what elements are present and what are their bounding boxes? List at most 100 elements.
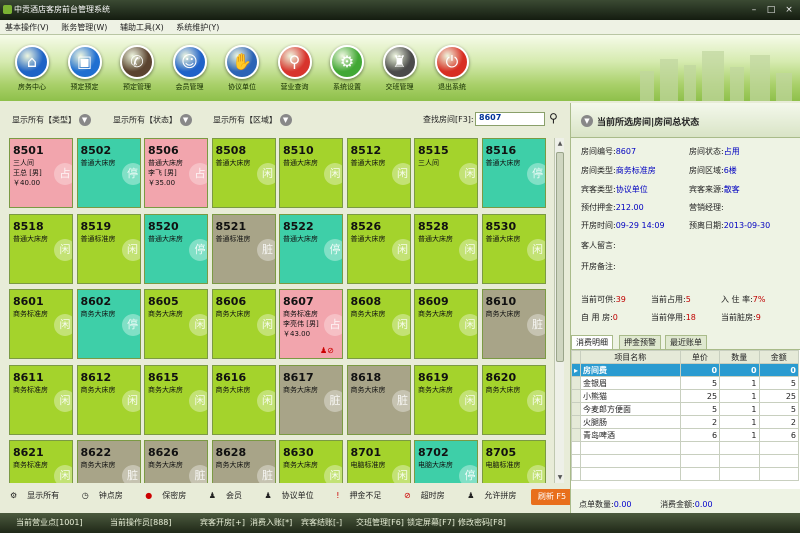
room-card[interactable]: 8530 普通大床房闲 bbox=[481, 213, 546, 284]
room-card[interactable]: 8601 商务标准房闲 bbox=[9, 289, 73, 359]
legend-agreement[interactable]: ♟ 协议单位 bbox=[265, 491, 324, 500]
legend-secret[interactable]: ● 保密房 bbox=[145, 491, 196, 500]
legend-hourly[interactable]: ◷ 钟点房 bbox=[82, 491, 133, 500]
room-card[interactable]: 8615 商务大床房闲 bbox=[144, 364, 208, 435]
scroll-thumb[interactable] bbox=[556, 152, 564, 362]
toolbar-button-8[interactable]: ⏻ 退出系统 bbox=[426, 45, 478, 92]
toolbar-button-6[interactable]: ⚙ 系统设置 bbox=[321, 45, 373, 92]
scroll-down-icon[interactable]: ▼ bbox=[556, 473, 564, 482]
magnifier-icon: ⚲ bbox=[277, 45, 312, 79]
room-card[interactable]: 8628 商务大床房脏 bbox=[211, 440, 276, 483]
toolbar-button-1[interactable]: ▣ 预定预定 bbox=[59, 45, 111, 92]
room-card[interactable]: 8617 商务大床房脏 bbox=[279, 364, 343, 435]
room-card[interactable]: 8515 三人间闲 bbox=[414, 138, 478, 208]
room-card[interactable]: 8611 商务标准房闲 bbox=[9, 364, 73, 435]
toolbar-button-2[interactable]: ✆ 预定管理 bbox=[111, 45, 163, 92]
tab-deposit-warning[interactable]: 押金预警 bbox=[619, 335, 661, 349]
room-card[interactable]: 8522 普通大床房停 bbox=[279, 213, 343, 284]
search-icon[interactable]: ⚲ bbox=[549, 111, 558, 125]
menu-basic[interactable]: 基本操作(V) bbox=[0, 20, 54, 35]
room-card[interactable]: 8606 商务大床房闲 bbox=[211, 289, 276, 359]
room-card[interactable]: 8512 普通大床房闲 bbox=[346, 138, 411, 208]
menu-system[interactable]: 系统维护(Y) bbox=[171, 20, 224, 35]
table-header: 项目名称 单价 数量 金额 bbox=[570, 350, 800, 364]
scroll-up-icon[interactable]: ▲ bbox=[556, 139, 564, 148]
room-card[interactable]: 8510 普通大床房闲 bbox=[279, 138, 343, 208]
room-card[interactable]: 8528 普通大床房闲 bbox=[414, 213, 478, 284]
status-check-out[interactable]: 宾客结账[-] bbox=[301, 513, 342, 533]
room-card[interactable]: 8618 商务大床房脏 bbox=[346, 364, 411, 435]
table-row[interactable]: 青岛啤酒 6 1 6 bbox=[570, 428, 800, 442]
room-card[interactable]: 8630 商务大床房闲 bbox=[279, 440, 343, 483]
status-check-in[interactable]: 宾客开房[+] bbox=[200, 513, 245, 533]
type-filter[interactable]: 显示所有【类型】 ▼ bbox=[12, 114, 91, 126]
room-card[interactable]: 8609 商务大床房闲 bbox=[414, 289, 478, 359]
room-card[interactable]: 8506 普通大床房 李飞 [男] ￥35.00 占 bbox=[144, 138, 208, 208]
status-password[interactable]: 修改密码[F8] bbox=[458, 513, 506, 533]
phone-icon: ✆ bbox=[120, 45, 154, 79]
room-card[interactable]: 8519 普通标准房闲 bbox=[76, 213, 141, 284]
info-deposit: 预付押金:212.00 bbox=[581, 203, 644, 212]
room-card[interactable]: 8608 商务大床房闲 bbox=[346, 289, 411, 359]
room-card[interactable]: 8705 电脑标准房闲 bbox=[481, 440, 546, 483]
legend-deposit-low[interactable]: ! 押金不足 bbox=[336, 491, 391, 500]
panel-header: ▼ 当前所选房间|房间总状态 bbox=[571, 103, 800, 138]
room-card[interactable]: 8605 商务大床房闲 bbox=[144, 289, 208, 359]
info-room-no: 房间编号:8607 bbox=[581, 147, 637, 156]
room-search-input[interactable]: 8607 bbox=[475, 112, 545, 126]
room-card[interactable]: 8620 商务大床房闲 bbox=[481, 364, 546, 435]
room-grid-scrollbar[interactable]: ▲ ▼ bbox=[554, 138, 564, 483]
room-card[interactable]: 8622 商务大床房脏 bbox=[76, 440, 141, 483]
room-card[interactable]: 8501 三人间 王总 [男] ￥40.00 占 bbox=[9, 138, 73, 208]
empty-row bbox=[570, 467, 800, 481]
toolbar-button-7[interactable]: ♜ 交班管理 bbox=[374, 45, 426, 92]
room-card[interactable]: 8702 电脑大床房停 bbox=[414, 440, 478, 483]
maximize-icon[interactable]: □ bbox=[766, 5, 776, 15]
table-row[interactable]: 金银眉 5 1 5 bbox=[570, 376, 800, 390]
room-card[interactable]: 8516 普通大床房停 bbox=[481, 138, 546, 208]
toolbar-button-3[interactable]: ☺ 会员管理 bbox=[164, 45, 216, 92]
room-guest: 李飞 [男] bbox=[148, 169, 177, 177]
menu-accounts[interactable]: 账务管理(W) bbox=[56, 20, 112, 35]
tab-consume-detail[interactable]: 消费明细 bbox=[571, 335, 613, 349]
legend-overtime[interactable]: ⊘ 超时房 bbox=[404, 491, 455, 500]
room-card[interactable]: 8607 商务标准房 李亮伟 [男] ￥43.00 占 ♟⊘ bbox=[279, 289, 343, 359]
toolbar-button-4[interactable]: ✋ 协议单位 bbox=[216, 45, 268, 92]
legend-member[interactable]: ♟ 会员 bbox=[209, 491, 252, 500]
house-icon: ⌂ bbox=[15, 45, 49, 79]
room-card[interactable]: 8610 商务大床房脏 bbox=[481, 289, 546, 359]
area-filter[interactable]: 显示所有【区域】 ▼ bbox=[213, 114, 292, 126]
room-card[interactable]: 8621 商务标准房闲 bbox=[9, 440, 73, 483]
status-filter[interactable]: 显示所有【状态】 ▼ bbox=[113, 114, 192, 126]
room-card[interactable]: 8521 普通标准房脏 bbox=[211, 213, 276, 284]
room-card[interactable]: 8526 普通大床房闲 bbox=[346, 213, 411, 284]
room-card[interactable]: 8602 商务大床房停 bbox=[76, 289, 141, 359]
toolbar-button-5[interactable]: ⚲ 营业查询 bbox=[269, 45, 321, 92]
menu-tools[interactable]: 辅助工具(X) bbox=[115, 20, 169, 35]
table-row[interactable]: 火腿肠 2 1 2 bbox=[570, 415, 800, 429]
status-shift[interactable]: 交班管理[F6] bbox=[356, 513, 404, 533]
refresh-button[interactable]: 刷新 F5 bbox=[531, 489, 573, 505]
legend-share[interactable]: ♟ 允许拼房 bbox=[467, 491, 526, 500]
room-card[interactable]: 8626 商务大床房脏 bbox=[144, 440, 208, 483]
room-card[interactable]: 8612 商务大床房闲 bbox=[76, 364, 141, 435]
toolbar-button-0[interactable]: ⌂ 房务中心 bbox=[6, 45, 58, 92]
chevron-down-icon[interactable]: ▼ bbox=[581, 115, 593, 127]
table-row[interactable]: ▸ 房间费 0 0 0 bbox=[570, 363, 800, 377]
room-status-icon: 闲 bbox=[391, 238, 410, 261]
status-consume[interactable]: 消费入账[*] bbox=[250, 513, 292, 533]
room-card[interactable]: 8508 普通大床房闲 bbox=[211, 138, 276, 208]
close-icon[interactable]: × bbox=[784, 5, 794, 15]
room-card[interactable]: 8619 商务大床房闲 bbox=[414, 364, 478, 435]
room-card[interactable]: 8701 电脑标准房闲 bbox=[346, 440, 411, 483]
table-row[interactable]: 小熊猫 25 1 25 bbox=[570, 389, 800, 403]
room-card[interactable]: 8518 普通大床房闲 bbox=[9, 213, 73, 284]
room-card[interactable]: 8520 普通大床房停 bbox=[144, 213, 208, 284]
table-row[interactable]: 今麦郎方便面 5 1 5 bbox=[570, 402, 800, 416]
status-lock[interactable]: 锁定屏幕[F7] bbox=[407, 513, 455, 533]
room-card[interactable]: 8502 普通大床房停 bbox=[76, 138, 141, 208]
legend-all[interactable]: ⚙ 显示所有 bbox=[10, 491, 69, 500]
minimize-icon[interactable]: – bbox=[749, 5, 759, 15]
tab-recent-bills[interactable]: 最近账单 bbox=[665, 335, 707, 349]
room-card[interactable]: 8616 商务大床房闲 bbox=[211, 364, 276, 435]
